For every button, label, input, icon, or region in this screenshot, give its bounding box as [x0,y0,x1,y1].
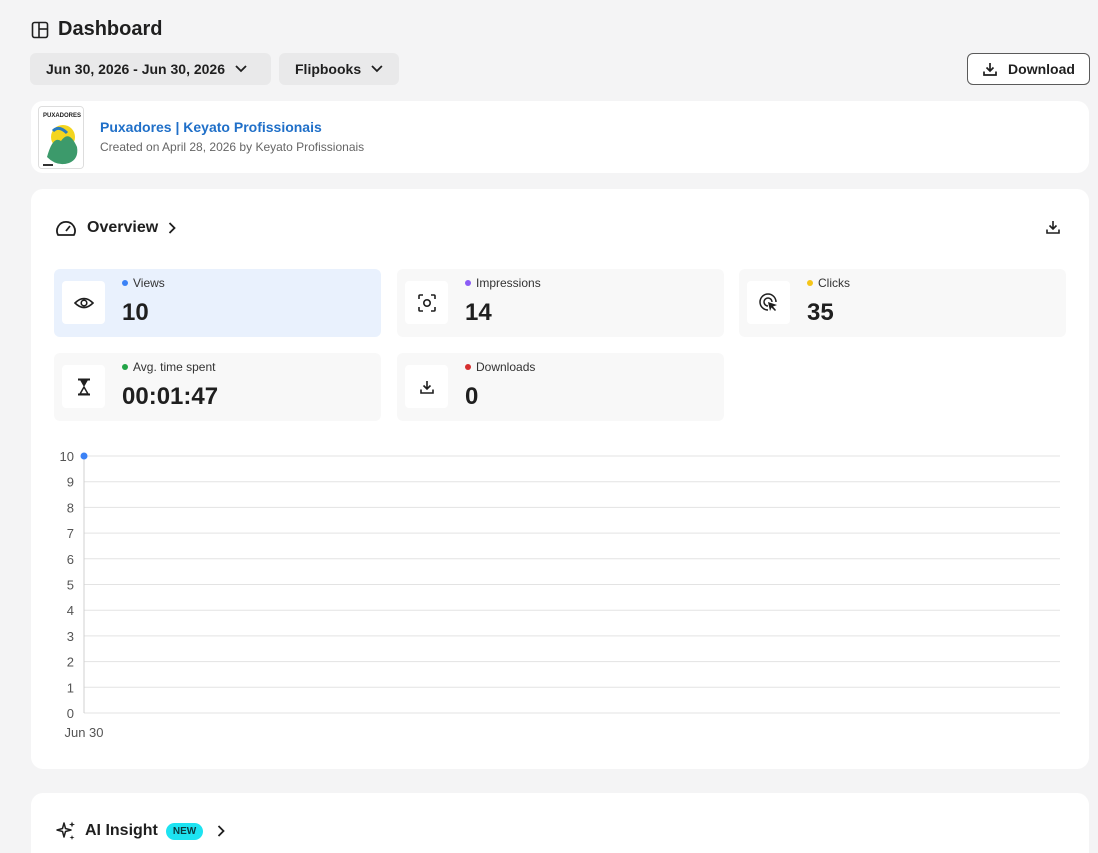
new-badge: NEW [165,822,204,840]
y-tick-label: 0 [67,706,74,721]
date-range-label: Jun 30, 2026 - Jun 30, 2026 [46,61,225,77]
chevron-right-icon [218,825,226,837]
download-button[interactable]: Download [967,53,1090,85]
y-tick-label: 2 [67,655,74,670]
y-tick-label: 6 [67,552,74,567]
date-range-dropdown[interactable]: Jun 30, 2026 - Jun 30, 2026 [30,53,271,85]
overview-panel: Overview Views 10 Impressions 14 Clicks … [31,189,1089,769]
content-type-dropdown[interactable]: Flipbooks [279,53,399,85]
page-header: Dashboard [31,18,162,41]
ai-insight-panel: AI Insight NEW [31,793,1089,853]
content-type-label: Flipbooks [295,61,362,77]
y-tick-label: 8 [67,500,74,515]
ai-insight-header[interactable]: AI Insight NEW [55,820,226,842]
ai-insight-title: AI Insight [85,822,158,839]
flipbook-card: PUXADORES Puxadores | Keyato Profissiona… [31,101,1089,173]
y-tick-label: 4 [67,603,74,618]
x-tick-label: Jun 30 [64,725,103,740]
dashboard-icon [31,21,49,38]
flipbook-title-link[interactable]: Puxadores | Keyato Profissionais [100,119,322,135]
views-line-chart: 0 1 2 3 4 5 6 7 8 9 10 Jun 30 [60,449,1060,740]
y-tick-label: 5 [67,578,74,593]
chevron-down-icon [235,65,247,73]
y-tick-label: 10 [60,449,74,464]
y-tick-label: 3 [67,629,74,644]
thumb-logo-text: PUXADORES [43,113,81,119]
sparkles-icon [56,821,75,840]
chevron-down-icon [371,65,383,73]
y-tick-label: 9 [67,475,74,490]
flipbook-thumbnail[interactable]: PUXADORES [38,106,84,169]
page-title: Dashboard [58,18,163,40]
download-button-label: Download [1008,61,1075,77]
y-tick-label: 7 [67,526,74,541]
filter-toolbar: Jun 30, 2026 - Jun 30, 2026 Flipbooks Do… [30,53,1090,85]
y-tick-label: 1 [67,680,74,695]
download-icon [983,63,997,76]
flipbook-subtitle: Created on April 28, 2026 by Keyato Prof… [100,140,365,154]
data-point [80,452,88,460]
